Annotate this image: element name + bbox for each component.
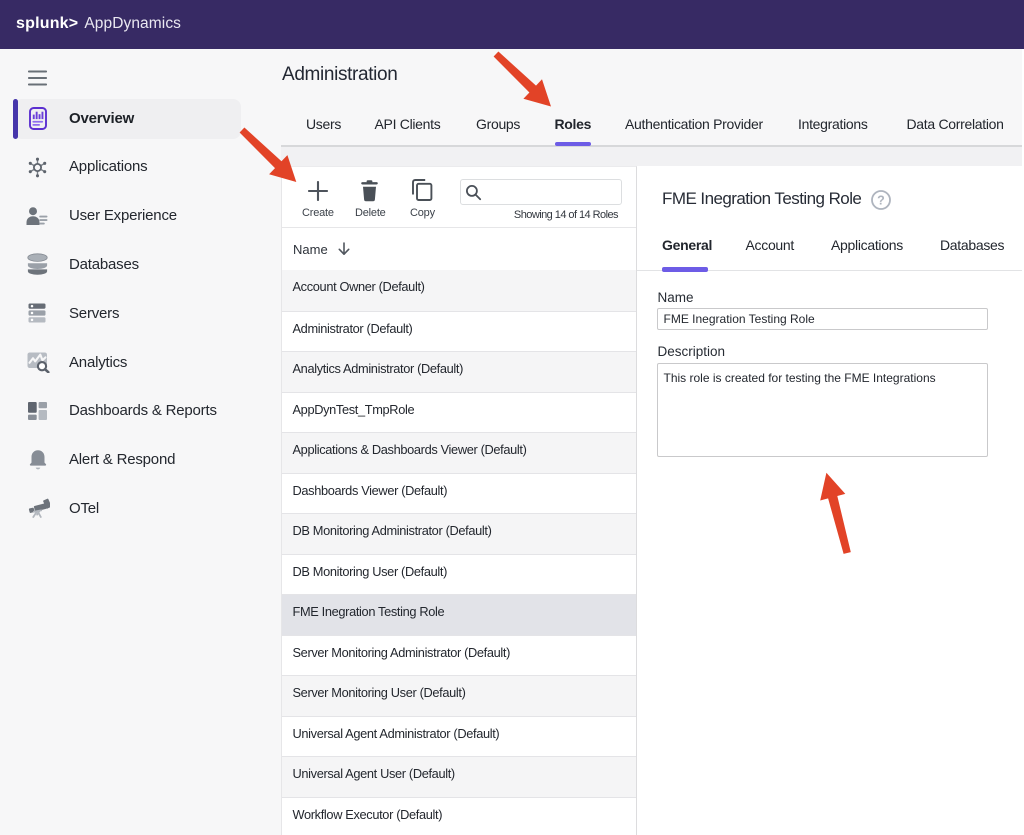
svg-text:?: ?	[877, 193, 885, 207]
